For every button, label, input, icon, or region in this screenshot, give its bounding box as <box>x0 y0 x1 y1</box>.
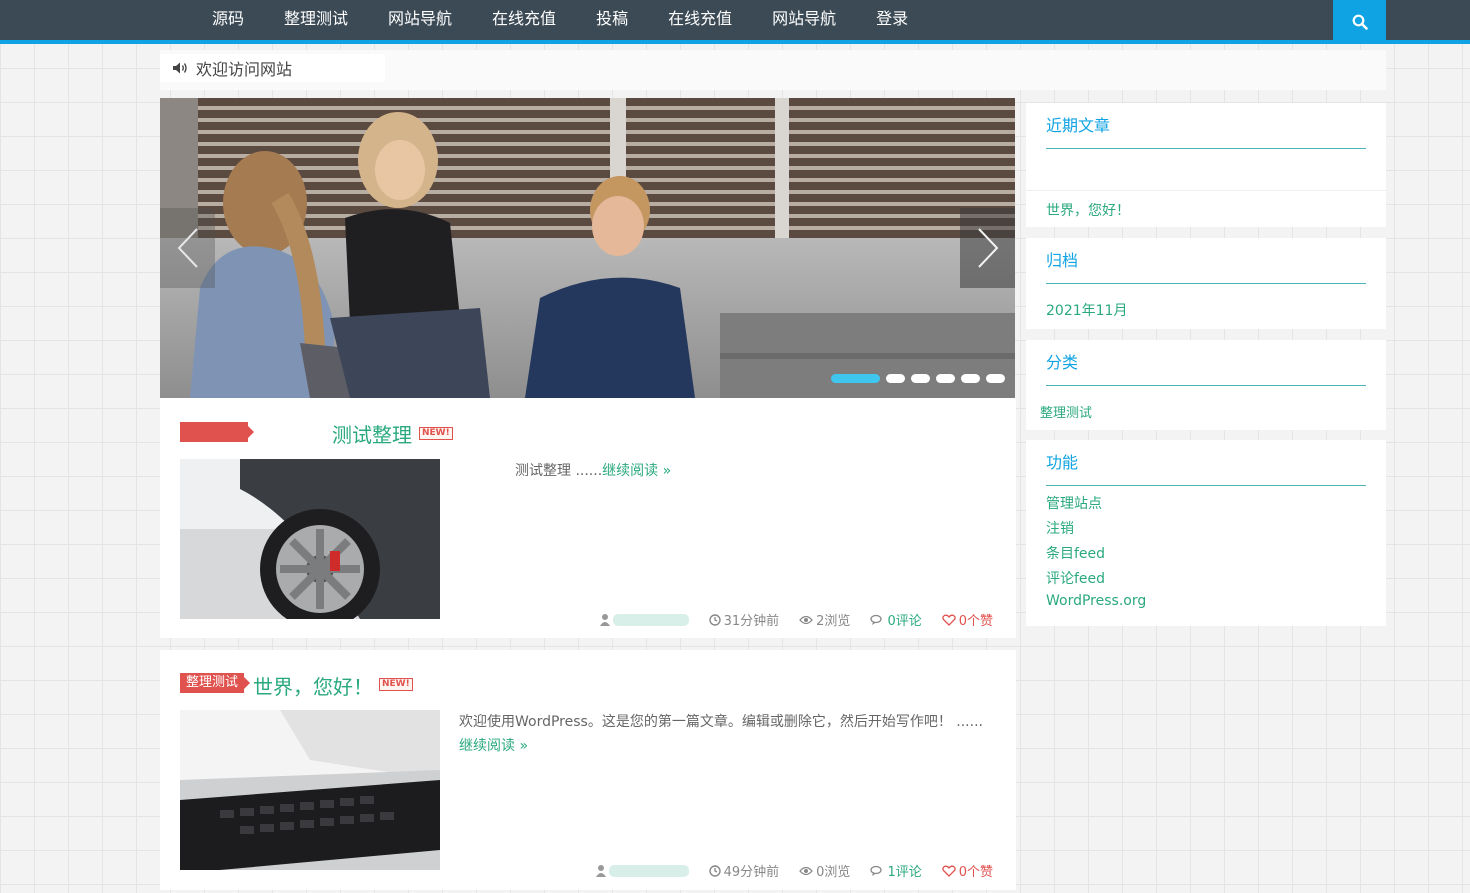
post-thumbnail[interactable] <box>180 459 440 619</box>
top-nav: 源码 整理测试 网站导航 在线充值 投稿 在线充值 网站导航 登录 <box>0 0 1470 44</box>
category-link[interactable]: 整理测试 <box>1040 402 1092 421</box>
post-views: 0浏览 <box>799 861 850 880</box>
eye-icon <box>799 615 814 624</box>
slider-dots <box>831 374 1005 383</box>
post-excerpt: 测试整理 ......继续阅读 » <box>515 459 671 483</box>
post-card: 测试整理 NEW! 测试整理 ......继续阅读 » 31分钟前 2浏览 0评… <box>160 398 1016 638</box>
widget-title: 近期文章 <box>1046 115 1366 149</box>
post-thumbnail[interactable] <box>180 710 440 870</box>
archive-link[interactable]: 2021年11月 <box>1046 300 1127 320</box>
post-title[interactable]: 测试整理 <box>332 419 412 448</box>
clock-icon <box>708 613 721 626</box>
excerpt-text: 测试整理 ...... <box>515 463 603 479</box>
category-tag[interactable]: 整理测试 <box>180 673 251 693</box>
meta-link-logout[interactable]: 注销 <box>1046 518 1074 538</box>
divider <box>1026 190 1386 191</box>
search-button[interactable] <box>1333 0 1386 44</box>
nav-item-recharge[interactable]: 在线充值 <box>472 0 576 40</box>
heart-icon <box>942 614 956 626</box>
post-comments[interactable]: 1评论 <box>870 861 922 880</box>
comment-icon <box>870 614 883 625</box>
nav-item-submit[interactable]: 投稿 <box>576 0 648 40</box>
post-title[interactable]: 世界，您好！ <box>253 671 373 700</box>
widget-recent-posts: 近期文章 世界，您好！ <box>1026 103 1386 227</box>
slider-prev-button[interactable] <box>160 208 215 288</box>
widget-title: 分类 <box>1046 352 1366 386</box>
notice-bar: 欢迎访问网站 <box>160 50 1386 90</box>
slide-image <box>160 98 1015 398</box>
post-excerpt: 欢迎使用WordPress。这是您的第一篇文章。编辑或删除它，然后开始写作吧！ … <box>459 710 995 758</box>
slider-dot[interactable] <box>886 374 905 383</box>
widget-meta: 功能 管理站点 注销 条目feed 评论feed WordPress.org <box>1026 440 1386 626</box>
nav-item-source[interactable]: 源码 <box>192 0 264 40</box>
category-tag[interactable] <box>180 422 254 442</box>
post-time: 31分钟前 <box>708 610 779 629</box>
author-name <box>608 864 689 877</box>
comment-icon <box>870 865 883 876</box>
widget-categories: 分类 整理测试 <box>1026 340 1386 430</box>
widget-title: 归档 <box>1046 250 1366 284</box>
meta-link-comments-feed[interactable]: 评论feed <box>1046 568 1105 588</box>
new-badge: NEW! <box>379 678 413 691</box>
nav-item-test[interactable]: 整理测试 <box>264 0 368 40</box>
recent-post-link[interactable]: 世界，您好！ <box>1046 200 1130 220</box>
slider-dot[interactable] <box>911 374 930 383</box>
post-card: 整理测试 世界，您好！ NEW! 欢迎使用WordPress。这是您的第一篇文章… <box>160 650 1016 890</box>
meta-link-admin[interactable]: 管理站点 <box>1046 493 1102 513</box>
widget-archive: 归档 2021年11月 <box>1026 238 1386 329</box>
excerpt-text: 欢迎使用WordPress。这是您的第一篇文章。编辑或删除它，然后开始写作吧！ … <box>459 714 983 730</box>
nav-item-recharge-2[interactable]: 在线充值 <box>648 0 752 40</box>
author[interactable] <box>595 864 689 877</box>
nav-item-sites[interactable]: 网站导航 <box>368 0 472 40</box>
post-meta: 49分钟前 0浏览 1评论 0个赞 <box>576 861 993 880</box>
nav-item-login[interactable]: 登录 <box>856 0 928 40</box>
slider-dot[interactable] <box>936 374 955 383</box>
slider-dot[interactable] <box>831 374 880 383</box>
notice-box: 欢迎访问网站 <box>160 54 385 82</box>
read-more-link[interactable]: 继续阅读 » <box>459 738 528 754</box>
heart-icon <box>942 865 956 877</box>
eye-icon <box>799 866 814 875</box>
search-icon <box>1352 14 1368 30</box>
slider-dot[interactable] <box>961 374 980 383</box>
clock-icon <box>708 864 721 877</box>
user-icon <box>595 864 606 877</box>
speaker-icon <box>172 61 190 75</box>
nav-item-sites-2[interactable]: 网站导航 <box>752 0 856 40</box>
post-likes[interactable]: 0个赞 <box>942 861 993 880</box>
post-likes[interactable]: 0个赞 <box>942 610 993 629</box>
chevron-left-icon <box>177 228 198 268</box>
read-more-link[interactable]: 继续阅读 » <box>602 463 671 479</box>
meta-link-wordpress[interactable]: WordPress.org <box>1046 593 1146 609</box>
post-comments[interactable]: 0评论 <box>870 610 922 629</box>
post-time: 49分钟前 <box>708 861 779 880</box>
new-badge: NEW! <box>419 427 453 440</box>
author-name <box>612 613 689 626</box>
author[interactable] <box>599 613 689 626</box>
post-meta: 31分钟前 2浏览 0评论 0个赞 <box>580 610 993 629</box>
hero-slider[interactable] <box>160 98 1015 398</box>
chevron-right-icon <box>977 228 998 268</box>
slider-next-button[interactable] <box>960 208 1015 288</box>
meta-link-entries-feed[interactable]: 条目feed <box>1046 543 1105 563</box>
nav-menu: 源码 整理测试 网站导航 在线充值 投稿 在线充值 网站导航 登录 <box>192 0 928 40</box>
post-views: 2浏览 <box>799 610 850 629</box>
user-icon <box>599 613 610 626</box>
widget-title: 功能 <box>1046 452 1366 486</box>
notice-text: 欢迎访问网站 <box>196 60 293 79</box>
slider-dot[interactable] <box>986 374 1005 383</box>
